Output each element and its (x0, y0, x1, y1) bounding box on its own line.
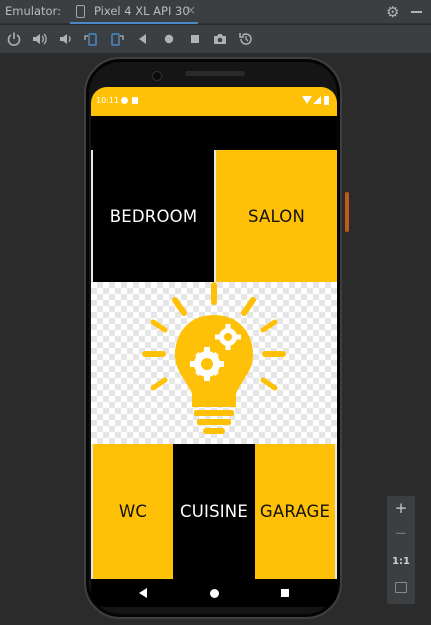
gear-icon[interactable]: ⚙ (386, 3, 399, 21)
zoom-in-button[interactable]: + (387, 499, 415, 517)
zoom-out-button[interactable]: − (387, 524, 415, 542)
lightbulb-gears-icon (142, 282, 286, 434)
front-camera (152, 71, 162, 81)
tool-window-title-bar: Emulator: Pixel 4 XL API 30 × ⚙ (0, 0, 431, 24)
lightbulb-image (91, 282, 337, 444)
volume-up-icon[interactable] (31, 31, 47, 47)
nav-home-icon[interactable] (210, 589, 219, 598)
minimize-icon[interactable] (411, 11, 422, 13)
storage-notification-icon (132, 97, 138, 104)
phone-device-icon (76, 5, 85, 18)
camera-icon[interactable] (212, 31, 228, 47)
actual-size-button[interactable]: 1:1 (387, 556, 415, 567)
garage-label: GARAGE (259, 502, 331, 521)
status-time: 10:11 (96, 96, 120, 105)
device-tab-label: Pixel 4 XL API 30 (94, 4, 190, 18)
cuisine-label: CUISINE (180, 502, 248, 521)
device-screen: 10:11 BEDROOM SALON WC CUISINE GARAGE (91, 87, 337, 607)
salon-tile[interactable]: SALON (214, 150, 337, 282)
overview-icon[interactable] (187, 31, 203, 47)
emulator-label: Emulator: (5, 4, 61, 18)
salon-label: SALON (247, 206, 305, 226)
notification-icon (121, 97, 128, 104)
home-icon[interactable] (161, 31, 177, 47)
volume-down-icon[interactable] (57, 31, 73, 47)
garage-tile[interactable]: GARAGE (255, 444, 337, 579)
fit-screen-icon[interactable] (395, 582, 407, 593)
snapshot-icon[interactable] (238, 31, 254, 47)
navigation-bar (91, 579, 337, 607)
device-power-key[interactable] (345, 192, 349, 232)
status-bar: 10:11 (91, 87, 337, 116)
signal-icon (313, 96, 321, 104)
wc-tile[interactable]: WC (91, 444, 173, 579)
emulator-toolbar (0, 25, 431, 53)
cuisine-tile[interactable]: CUISINE (173, 444, 255, 579)
earpiece-speaker (185, 71, 245, 76)
bedroom-tile[interactable]: BEDROOM (91, 150, 214, 282)
wifi-icon (302, 96, 312, 104)
bedroom-label: BEDROOM (109, 206, 198, 226)
rotate-right-icon[interactable] (109, 31, 125, 47)
power-icon[interactable] (6, 31, 22, 47)
close-tab-icon[interactable]: × (186, 3, 196, 17)
zoom-controls: + − 1:1 (387, 496, 415, 604)
nav-back-icon[interactable] (139, 588, 147, 598)
nav-recents-icon[interactable] (281, 589, 289, 597)
wc-label: WC (118, 502, 148, 521)
rotate-left-icon[interactable] (83, 31, 99, 47)
device-tab[interactable]: Pixel 4 XL API 30 × (70, 0, 198, 24)
back-icon[interactable] (135, 31, 151, 47)
battery-icon (324, 96, 329, 105)
